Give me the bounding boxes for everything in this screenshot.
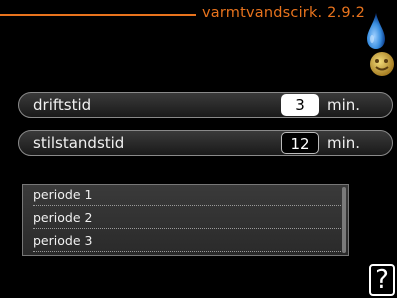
page-title: varmtvandscirk. 2.9.2 bbox=[202, 5, 366, 21]
driftstid-unit: min. bbox=[327, 96, 361, 114]
driftstid-label: driftstid bbox=[33, 96, 92, 114]
stilstandstid-unit: min. bbox=[327, 134, 361, 152]
stilstandstid-value[interactable]: 12 bbox=[281, 132, 319, 154]
period-item-1[interactable]: periode 1 bbox=[33, 187, 341, 206]
stilstandstid-row[interactable]: stilstandstid 12 min. bbox=[18, 130, 393, 156]
list-scrollbar[interactable] bbox=[342, 187, 346, 253]
driftstid-row[interactable]: driftstid 3 min. bbox=[18, 92, 393, 118]
period-item-3[interactable]: periode 3 bbox=[33, 233, 341, 252]
water-drop-icon bbox=[367, 13, 385, 49]
period-list: periode 1 periode 2 periode 3 bbox=[22, 184, 349, 256]
help-button[interactable]: ? bbox=[369, 264, 395, 296]
stilstandstid-label: stilstandstid bbox=[33, 134, 125, 152]
period-item-2[interactable]: periode 2 bbox=[33, 210, 341, 229]
header-line bbox=[0, 14, 196, 16]
driftstid-value[interactable]: 3 bbox=[281, 94, 319, 116]
smiley-icon bbox=[370, 52, 394, 76]
